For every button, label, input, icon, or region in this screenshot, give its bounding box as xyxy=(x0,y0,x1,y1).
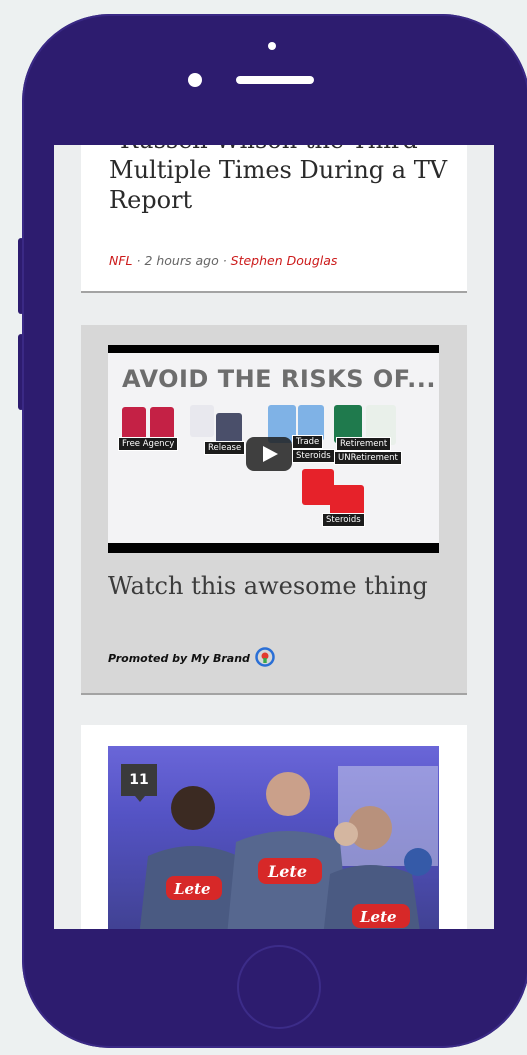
players-illustration: Lete Lete Lete xyxy=(139,766,438,929)
promoted-card[interactable]: AVOID THE RISKS OF... Free Agency Releas… xyxy=(81,325,467,695)
gallery-card[interactable]: Lete Lete Lete 11 xyxy=(81,725,467,929)
meta-separator: · xyxy=(218,253,231,268)
tag-release: Release xyxy=(204,441,246,455)
article-card[interactable]: "Russell Wilson the Third" Multiple Time… xyxy=(81,145,467,293)
video-frame: AVOID THE RISKS OF... Free Agency Releas… xyxy=(108,353,439,543)
article-category[interactable]: NFL xyxy=(109,253,133,268)
play-button[interactable] xyxy=(246,437,292,471)
promo-video[interactable]: AVOID THE RISKS OF... Free Agency Releas… xyxy=(108,345,439,553)
phone-screen: "Russell Wilson the Third" Multiple Time… xyxy=(54,145,494,929)
earpiece-speaker xyxy=(236,76,314,84)
article-title[interactable]: "Russell Wilson the Third" Multiple Time… xyxy=(109,145,449,215)
tag-free-agency: Free Agency xyxy=(118,437,179,451)
article-meta: NFL · 2 hours ago · Stephen Douglas xyxy=(109,253,337,268)
brand-logo-icon xyxy=(255,647,275,667)
meta-separator: · xyxy=(132,253,145,268)
article-time: 2 hours ago xyxy=(144,253,219,268)
photo-count-badge: 11 xyxy=(121,764,157,802)
tag-steroids-small: Steroids xyxy=(292,449,335,463)
article-author[interactable]: Stephen Douglas xyxy=(231,253,338,268)
home-button[interactable] xyxy=(237,945,321,1029)
gallery-photo[interactable]: Lete Lete Lete 11 xyxy=(108,746,439,929)
tag-retirement: Retirement xyxy=(336,437,392,451)
tag-trade: Trade xyxy=(292,435,324,449)
promo-title[interactable]: Watch this awesome thing xyxy=(108,571,438,601)
proximity-sensor xyxy=(268,42,276,50)
promoted-by-label: Promoted by My Brand xyxy=(108,652,250,665)
shirt-sponsor-text: Lete xyxy=(173,880,211,898)
shirt-sponsor-text: Lete xyxy=(267,862,307,881)
shirt-sponsor-text: Lete xyxy=(359,908,397,926)
video-headline: AVOID THE RISKS OF... xyxy=(122,365,436,393)
front-camera xyxy=(188,73,202,87)
tag-unretirement: UNRetirement xyxy=(334,451,402,465)
tag-steroids: Steroids xyxy=(322,513,365,527)
